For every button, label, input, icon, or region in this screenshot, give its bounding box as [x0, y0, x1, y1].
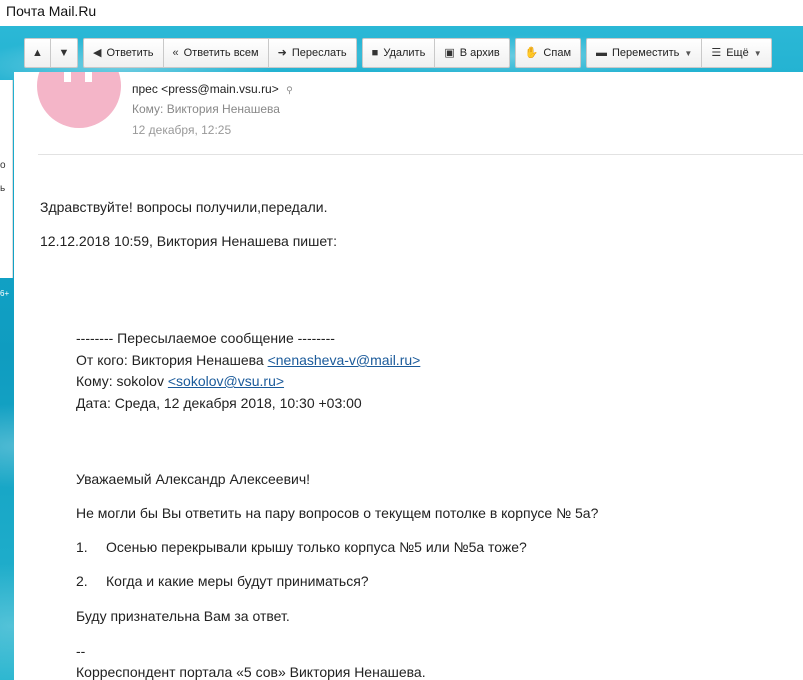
forward-from-label: От кого: Виктория Ненашева [76, 352, 268, 368]
forward-to: Кому: sokolov <sokolov@vsu.ru> [76, 373, 284, 389]
spam-label: Спам [543, 47, 572, 59]
delete-group: ■ Удалить ▣ В архив [361, 38, 510, 68]
chevron-down-icon: ▼ [753, 48, 762, 58]
window-title: Почта Mail.Ru [0, 0, 803, 26]
list-number: 1. [76, 539, 88, 555]
sender[interactable]: прес <press@main.vsu.ru> ⚲ [132, 82, 293, 96]
list-item: 2. Когда и какие меры будут приниматься? [76, 573, 369, 589]
sidebar-badge: 6+ [0, 289, 10, 298]
move-label: Переместить [612, 47, 680, 59]
reply-label: Ответить [106, 47, 154, 59]
list-item: 1. Осенью перекрывали крышу только корпус… [76, 539, 527, 555]
delete-button[interactable]: ■ Удалить [361, 38, 436, 68]
next-message-button[interactable]: ▼ [51, 38, 78, 68]
previous-message-button[interactable]: ▲ [24, 38, 51, 68]
reply-button[interactable]: ◀ Ответить [83, 38, 164, 68]
reply-icon: ◀ [93, 46, 102, 59]
forward-label: Переслать [291, 47, 347, 59]
more-label: Ещё [726, 47, 749, 59]
delete-label: Удалить [383, 47, 426, 59]
sidebar-fragment-text: ь [0, 183, 6, 194]
list-text: Когда и какие меры будут приниматься? [106, 573, 369, 589]
reply-all-label: Ответить всем [183, 47, 259, 59]
nav-arrows: ▲ ▼ [24, 38, 78, 68]
search-icon[interactable]: ⚲ [286, 85, 293, 95]
forward-separator: -------- Пересылаемое сообщение -------- [76, 330, 335, 346]
closing-text: Буду признательна Вам за ответ. [76, 608, 290, 624]
forward-button[interactable]: ➜ Переслать [268, 38, 357, 68]
reply-group: ◀ Ответить « Ответить всем ➜ Переслать [83, 38, 357, 68]
forward-to-label: Кому: sokolov [76, 373, 168, 389]
trash-icon: ■ [371, 46, 379, 59]
move-group: ▬ Переместить ▼ ☰ Ещё ▼ [586, 38, 772, 68]
forward-from-link[interactable]: <nenasheva-v@mail.ru> [268, 352, 421, 368]
spam-button[interactable]: ✋ Спам [514, 38, 582, 68]
reply-all-icon: « [172, 46, 179, 59]
left-sidebar-fragment: о ь [0, 80, 13, 278]
sidebar-fragment-text: о [0, 160, 6, 171]
mail-toolbar: ▲ ▼ ◀ Ответить « Ответить всем ➜ Пересла… [24, 38, 772, 68]
arrow-up-icon: ▲ [32, 46, 43, 59]
arrow-down-icon: ▼ [58, 46, 70, 59]
archive-icon: ▣ [444, 46, 455, 59]
more-button[interactable]: ☰ Ещё ▼ [702, 38, 772, 68]
signature: Корреспондент портала «5 сов» Виктория Н… [76, 664, 426, 680]
folder-icon: ▬ [596, 46, 608, 59]
greeting-text: Здравствуйте! вопросы получили,передали. [40, 199, 328, 215]
chevron-down-icon: ▼ [684, 48, 693, 58]
menu-icon: ☰ [711, 46, 722, 59]
question-intro: Не могли бы Вы ответить на пару вопросов… [76, 505, 599, 521]
list-text: Осенью перекрывали крышу только корпуса … [106, 539, 527, 555]
forward-date: Дата: Среда, 12 декабря 2018, 10:30 +03:… [76, 395, 362, 411]
sender-address: прес <press@main.vsu.ru> [132, 82, 279, 96]
forward-to-link[interactable]: <sokolov@vsu.ru> [168, 373, 284, 389]
forward-from: От кого: Виктория Ненашева <nenasheva-v@… [76, 352, 420, 368]
recipient: Кому: Виктория Ненашева [132, 102, 280, 116]
list-number: 2. [76, 573, 88, 589]
reply-all-button[interactable]: « Ответить всем [163, 38, 269, 68]
thumbs-down-icon: ✋ [524, 46, 539, 59]
divider [38, 154, 803, 155]
salutation: Уважаемый Александр Алексеевич! [76, 471, 311, 487]
quote-header: 12.12.2018 10:59, Виктория Ненашева пише… [40, 233, 337, 249]
signature-dash: -- [76, 643, 86, 659]
message-view: прес <press@main.vsu.ru> ⚲ Кому: Виктори… [14, 72, 803, 680]
message-date: 12 декабря, 12:25 [132, 123, 232, 137]
forward-icon: ➜ [277, 46, 287, 59]
archive-label: В архив [459, 47, 500, 59]
archive-button[interactable]: ▣ В архив [435, 38, 510, 68]
move-button[interactable]: ▬ Переместить ▼ [586, 38, 703, 68]
avatar [37, 72, 121, 128]
